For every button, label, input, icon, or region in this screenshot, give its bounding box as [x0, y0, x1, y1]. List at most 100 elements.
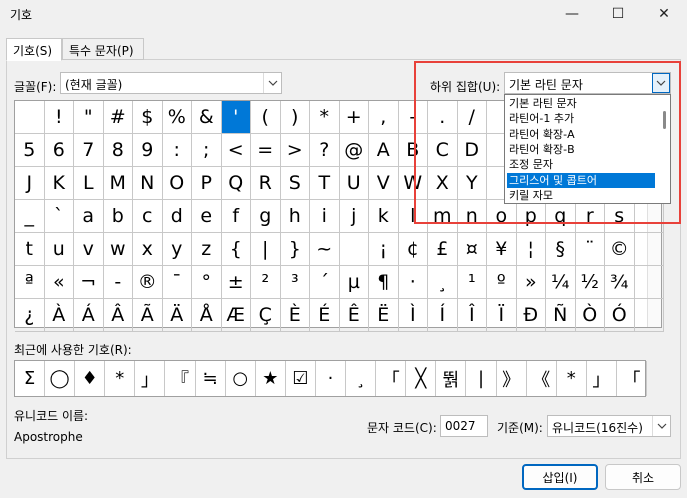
recent-symbol-cell[interactable]: 」 [135, 361, 166, 396]
symbol-cell[interactable]: Ó [605, 299, 635, 332]
symbol-cell[interactable]: } [280, 233, 310, 266]
symbol-cell[interactable]: Î [457, 299, 487, 332]
symbol-cell[interactable]: ¨ [575, 233, 605, 266]
symbol-cell[interactable]: È [280, 299, 310, 332]
symbol-cell[interactable]: Ï [487, 299, 517, 332]
symbol-cell[interactable]: e [192, 200, 222, 233]
symbol-cell[interactable]: h [280, 200, 310, 233]
symbol-cell[interactable]: t [15, 233, 45, 266]
minimize-button[interactable]: — [549, 0, 595, 28]
symbol-cell[interactable]: 6 [44, 134, 74, 167]
symbol-cell[interactable]: O [162, 167, 192, 200]
symbol-cell[interactable]: % [162, 101, 192, 134]
symbol-cell[interactable]: $ [133, 101, 163, 134]
recent-symbol-cell[interactable]: ≒ [196, 361, 226, 396]
symbol-cell[interactable]: º [487, 266, 517, 299]
symbol-cell[interactable]: T [310, 167, 340, 200]
char-code-input[interactable]: 0027 [440, 415, 488, 437]
symbol-cell[interactable]: , [369, 101, 399, 134]
recent-symbol-cell[interactable]: ♦ [75, 361, 106, 396]
symbol-cell[interactable]: : [162, 134, 192, 167]
symbol-cell[interactable]: ³ [280, 266, 310, 299]
recent-symbol-cell[interactable]: | [467, 361, 497, 396]
symbol-cell[interactable]: y [162, 233, 192, 266]
symbol-cell[interactable]: ¼ [546, 266, 576, 299]
symbol-cell[interactable]: ¢ [398, 233, 428, 266]
symbol-cell[interactable]: ) [280, 101, 310, 134]
symbol-cell[interactable]: ( [251, 101, 281, 134]
recent-symbol-cell[interactable]: * [105, 361, 136, 396]
symbol-cell[interactable]: N [133, 167, 163, 200]
symbol-cell[interactable]: b [103, 200, 133, 233]
symbol-cell[interactable]: ¹ [457, 266, 487, 299]
symbol-cell[interactable] [15, 101, 45, 134]
cancel-button[interactable]: 취소 [605, 464, 681, 490]
symbol-cell[interactable]: ¡ [369, 233, 399, 266]
symbol-cell[interactable]: V [369, 167, 399, 200]
symbol-cell[interactable]: w [103, 233, 133, 266]
recent-symbol-cell[interactable]: 》 [497, 361, 527, 396]
symbol-cell[interactable]: _ [15, 200, 45, 233]
symbol-cell[interactable]: # [103, 101, 133, 134]
symbol-cell[interactable]: ® [133, 266, 163, 299]
symbol-cell[interactable]: Ò [575, 299, 605, 332]
symbol-cell[interactable]: À [44, 299, 74, 332]
symbol-cell[interactable]: ' [221, 101, 251, 134]
symbol-cell[interactable]: Ç [251, 299, 281, 332]
symbol-cell[interactable]: g [251, 200, 281, 233]
symbol-cell[interactable]: " [74, 101, 104, 134]
symbol-cell[interactable]: J [15, 167, 45, 200]
recent-symbol-cell[interactable]: 「 [617, 361, 647, 396]
symbol-cell[interactable]: « [44, 266, 74, 299]
symbol-cell[interactable]: x [133, 233, 163, 266]
symbol-cell[interactable]: ± [221, 266, 251, 299]
tab-special-characters[interactable]: 특수 문자(P) [62, 38, 144, 60]
symbol-cell[interactable] [634, 233, 664, 266]
recent-symbol-cell[interactable]: 뛁 [436, 361, 467, 396]
symbol-cell[interactable]: d [162, 200, 192, 233]
close-button[interactable]: ✕ [641, 0, 687, 28]
symbol-cell[interactable]: µ [339, 266, 369, 299]
symbol-cell[interactable]: ! [44, 101, 74, 134]
symbol-cell[interactable]: Ä [162, 299, 192, 332]
symbol-cell[interactable]: ¾ [605, 266, 635, 299]
symbol-cell[interactable]: ¿ [15, 299, 45, 332]
symbol-cell[interactable]: ° [192, 266, 222, 299]
symbol-cell[interactable]: ¶ [369, 266, 399, 299]
symbol-cell[interactable]: A [369, 134, 399, 167]
symbol-cell[interactable]: Á [74, 299, 104, 332]
recent-symbol-cell[interactable]: ╳ [406, 361, 437, 396]
recent-symbol-cell[interactable]: · [316, 361, 346, 396]
symbol-cell[interactable]: Æ [221, 299, 251, 332]
symbol-cell[interactable]: 7 [74, 134, 104, 167]
symbol-cell[interactable]: ¦ [516, 233, 546, 266]
symbol-cell[interactable]: i [310, 200, 340, 233]
symbol-cell[interactable]: f [221, 200, 251, 233]
symbol-cell[interactable]: c [133, 200, 163, 233]
symbol-cell[interactable]: | [251, 233, 281, 266]
symbol-cell[interactable]: Í [428, 299, 458, 332]
symbol-cell[interactable]: ² [251, 266, 281, 299]
recent-symbol-cell[interactable]: ○ [226, 361, 256, 396]
symbol-cell[interactable]: { [221, 233, 251, 266]
recent-symbol-cell[interactable]: 『 [166, 361, 196, 396]
recent-symbol-cell[interactable]: * [557, 361, 587, 396]
symbol-cell[interactable]: 9 [133, 134, 163, 167]
symbol-cell[interactable]: u [44, 233, 74, 266]
symbol-cell[interactable]: M [103, 167, 133, 200]
symbol-cell[interactable]: ¸ [428, 266, 458, 299]
maximize-button[interactable]: ☐ [595, 0, 641, 28]
symbol-cell[interactable]: = [251, 134, 281, 167]
symbol-cell[interactable] [634, 266, 664, 299]
symbol-cell[interactable]: K [44, 167, 74, 200]
symbol-cell[interactable]: z [192, 233, 222, 266]
insert-button[interactable]: 삽입(I) [522, 464, 598, 490]
symbol-cell[interactable]: ¥ [487, 233, 517, 266]
symbol-cell[interactable]: £ [428, 233, 458, 266]
symbol-cell[interactable]: Ê [339, 299, 369, 332]
symbol-cell[interactable]: j [339, 200, 369, 233]
symbol-cell[interactable]: Q [221, 167, 251, 200]
symbol-cell[interactable]: ` [44, 200, 74, 233]
symbol-cell[interactable] [339, 233, 369, 266]
symbol-cell[interactable]: » [516, 266, 546, 299]
